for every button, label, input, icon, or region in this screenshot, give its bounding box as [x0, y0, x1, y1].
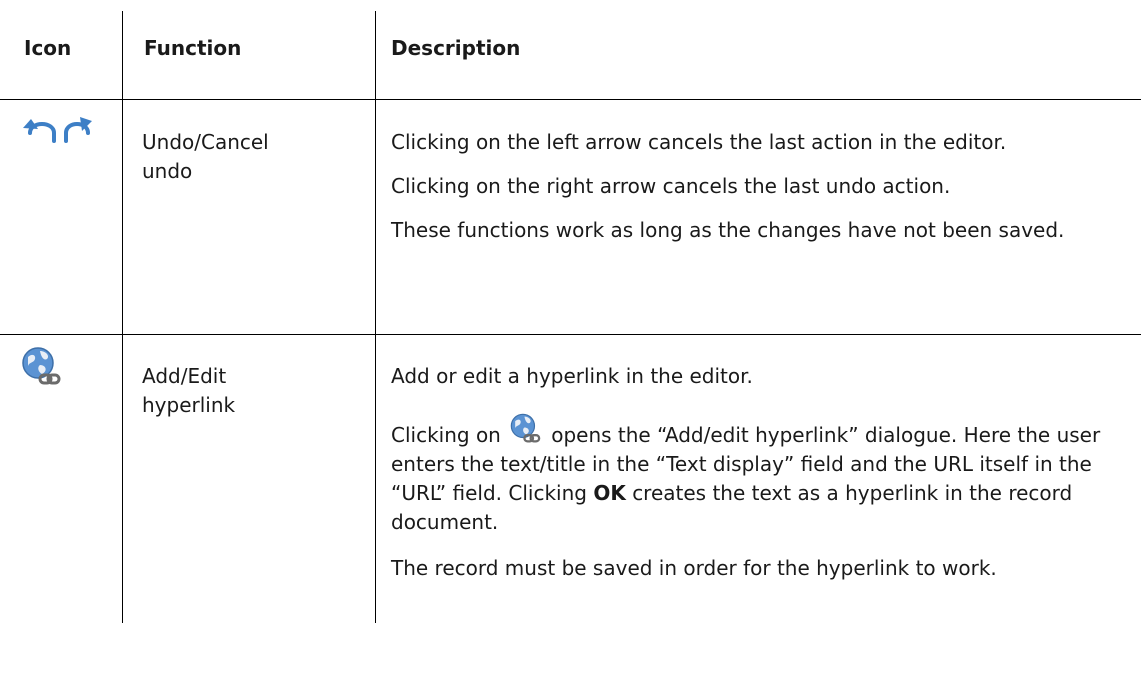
undo-redo-icons — [22, 111, 110, 147]
globe-link-inline-icon — [510, 413, 541, 443]
description-paragraph: The record must be saved in order for th… — [391, 556, 997, 580]
description-text: Clicking on — [391, 423, 501, 447]
function-undo: Undo/Cancel undo — [142, 128, 352, 186]
header-rule — [0, 99, 1141, 100]
column-header-description: Description — [391, 36, 521, 60]
redo-arrow-icon — [64, 117, 92, 143]
globe-link-icon — [20, 345, 64, 389]
description-undo: Clicking on the left arrow cancels the l… — [391, 128, 1129, 260]
description-paragraph: These functions work as long as the chan… — [391, 218, 1065, 242]
function-hyperlink: Add/Edit hyperlink — [142, 362, 352, 420]
description-paragraph: Add or edit a hyperlink in the editor. — [391, 364, 753, 388]
description-paragraph: Clicking on the left arrow cancels the l… — [391, 130, 1007, 154]
column-divider-1 — [122, 11, 123, 623]
description-paragraph-with-icon: Clicking on opens the “Add/edit hyperlin… — [391, 412, 1129, 537]
function-hyperlink-line1: Add/Edit — [142, 364, 227, 388]
column-header-icon: Icon — [24, 36, 72, 60]
undo-arrow-icon — [23, 119, 56, 143]
function-undo-line1: Undo/Cancel — [142, 130, 269, 154]
icon-function-table: Icon Function Description Undo/Cancel un… — [0, 0, 1141, 674]
ok-button-reference: OK — [593, 481, 626, 505]
row-divider — [0, 334, 1141, 335]
function-undo-line2: undo — [142, 159, 193, 183]
column-divider-2 — [375, 11, 376, 623]
column-header-function: Function — [144, 36, 242, 60]
function-hyperlink-line2: hyperlink — [142, 393, 236, 417]
description-paragraph: Clicking on the right arrow cancels the … — [391, 174, 951, 198]
description-hyperlink: Add or edit a hyperlink in the editor. C… — [391, 362, 1129, 598]
